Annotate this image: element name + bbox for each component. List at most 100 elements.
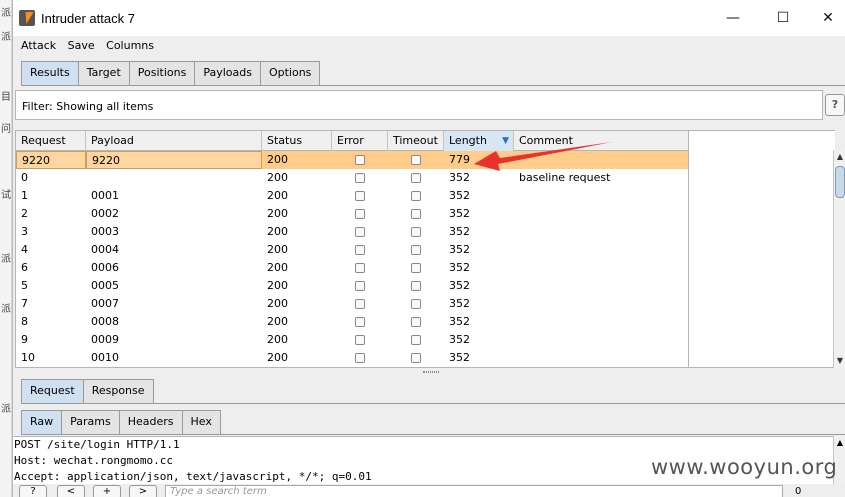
- cell-status: 200: [267, 207, 288, 220]
- column-header-request[interactable]: Request: [16, 131, 86, 151]
- tab-raw[interactable]: Raw: [21, 410, 63, 434]
- tab-response[interactable]: Response: [82, 379, 154, 403]
- menu-attack[interactable]: Attack: [21, 36, 56, 56]
- burp-app-icon: [19, 10, 35, 26]
- filter-help-button[interactable]: ?: [825, 94, 845, 116]
- cell-payload: 0005: [91, 279, 119, 292]
- cell-length: 352: [449, 225, 470, 238]
- next-button[interactable]: >: [129, 485, 157, 497]
- cell-status: 200: [267, 153, 288, 166]
- background-text: 问: [1, 124, 11, 135]
- timeout-checkbox: [411, 263, 421, 273]
- timeout-checkbox: [411, 245, 421, 255]
- cell-request: 1: [21, 189, 28, 202]
- table-row[interactable]: 1 0001 200 352: [16, 187, 688, 205]
- table-row[interactable]: 8 0008 200 352: [16, 313, 688, 331]
- cell-comment: [514, 205, 519, 223]
- previous-button[interactable]: <: [57, 485, 85, 497]
- column-header-comment[interactable]: Comment: [514, 131, 688, 151]
- table-scrollbar[interactable]: ▲ ▼: [833, 150, 845, 368]
- column-header-payload[interactable]: Payload: [86, 131, 262, 151]
- column-header-error[interactable]: Error: [332, 131, 388, 151]
- timeout-checkbox: [411, 335, 421, 345]
- title-bar: Intruder attack 7 — ☐ ✕: [13, 0, 845, 36]
- background-text: 派: [1, 404, 11, 415]
- table-row[interactable]: 0 200 352 baseline request: [16, 169, 688, 187]
- raw-line: POST /site/login HTTP/1.1: [14, 438, 180, 451]
- scroll-up-icon[interactable]: ▲: [834, 150, 845, 164]
- scroll-thumb[interactable]: [835, 166, 845, 198]
- table-row[interactable]: 9 0009 200 352: [16, 331, 688, 349]
- filter-text: Filter: Showing all items: [22, 100, 154, 113]
- table-row[interactable]: 3 0003 200 352: [16, 223, 688, 241]
- minimize-button[interactable]: —: [713, 6, 753, 30]
- match-count: 0 matches: [795, 486, 802, 497]
- scroll-up-icon[interactable]: ▲: [834, 436, 845, 450]
- cell-request: 3: [21, 225, 28, 238]
- tab-hex[interactable]: Hex: [181, 410, 221, 434]
- tab-positions[interactable]: Positions: [128, 61, 196, 85]
- menu-save[interactable]: Save: [68, 36, 95, 56]
- cell-length: 352: [449, 261, 470, 274]
- sort-descending-icon: ▼: [502, 136, 509, 146]
- table-row[interactable]: 2 0002 200 352: [16, 205, 688, 223]
- help-button[interactable]: ?: [19, 485, 47, 497]
- tab-payloads[interactable]: Payloads: [194, 61, 261, 85]
- cell-payload: 0009: [91, 333, 119, 346]
- error-checkbox: [355, 209, 365, 219]
- column-header-status[interactable]: Status: [262, 131, 332, 151]
- timeout-checkbox: [411, 209, 421, 219]
- maximize-button[interactable]: ☐: [763, 6, 803, 30]
- cell-length: 352: [449, 351, 470, 364]
- cell-status: 200: [267, 225, 288, 238]
- menu-columns[interactable]: Columns: [106, 36, 154, 56]
- tab-request[interactable]: Request: [21, 379, 84, 403]
- error-checkbox: [355, 227, 365, 237]
- cell-comment: [514, 349, 519, 367]
- cell-payload: 0007: [91, 297, 119, 310]
- error-checkbox: [355, 317, 365, 327]
- cell-comment: [514, 151, 519, 169]
- cell-request: 5: [21, 279, 28, 292]
- cell-request: 8: [21, 315, 28, 328]
- cell-comment: [514, 223, 519, 241]
- background-text: 目: [1, 92, 11, 103]
- results-table: Request Payload Status Error Timeout Len…: [15, 130, 689, 368]
- add-button[interactable]: +: [93, 485, 121, 497]
- table-row[interactable]: 6 0006 200 352: [16, 259, 688, 277]
- cell-comment: [514, 241, 519, 259]
- close-button[interactable]: ✕: [808, 6, 845, 30]
- filter-bar[interactable]: Filter: Showing all items: [15, 90, 823, 120]
- scroll-down-icon[interactable]: ▼: [834, 354, 845, 368]
- column-header-timeout[interactable]: Timeout: [388, 131, 444, 151]
- error-checkbox: [355, 245, 365, 255]
- background-text: 派: [1, 304, 11, 315]
- cell-payload: 0006: [91, 261, 119, 274]
- error-checkbox: [355, 263, 365, 273]
- cell-length: 352: [449, 279, 470, 292]
- table-row[interactable]: 7 0007 200 352: [16, 295, 688, 313]
- split-pane-divider[interactable]: [13, 369, 845, 375]
- background-text: 派: [1, 32, 11, 43]
- background-app-strip: 派 派 目 问 试 派 派 派: [0, 0, 12, 497]
- cell-status: 200: [267, 261, 288, 274]
- table-empty-area: [689, 130, 835, 368]
- tab-headers[interactable]: Headers: [118, 410, 183, 434]
- tab-options[interactable]: Options: [259, 61, 321, 85]
- cell-status: 200: [267, 279, 288, 292]
- tab-params[interactable]: Params: [61, 410, 120, 434]
- table-header: Request Payload Status Error Timeout Len…: [16, 131, 688, 151]
- error-checkbox: [355, 191, 365, 201]
- column-header-length[interactable]: Length ▼: [444, 131, 514, 151]
- table-row[interactable]: 4 0004 200 352: [16, 241, 688, 259]
- tab-target[interactable]: Target: [77, 61, 130, 85]
- tab-results[interactable]: Results: [21, 61, 79, 85]
- search-input[interactable]: Type a search term: [165, 485, 783, 497]
- timeout-checkbox: [411, 281, 421, 291]
- cell-comment: [514, 187, 519, 205]
- error-checkbox: [355, 281, 365, 291]
- table-row[interactable]: 5 0005 200 352: [16, 277, 688, 295]
- drag-handle-icon: [423, 371, 439, 373]
- table-row[interactable]: 10 0010 200 352: [16, 349, 688, 367]
- table-row[interactable]: 9220 9220 200 779: [16, 151, 688, 169]
